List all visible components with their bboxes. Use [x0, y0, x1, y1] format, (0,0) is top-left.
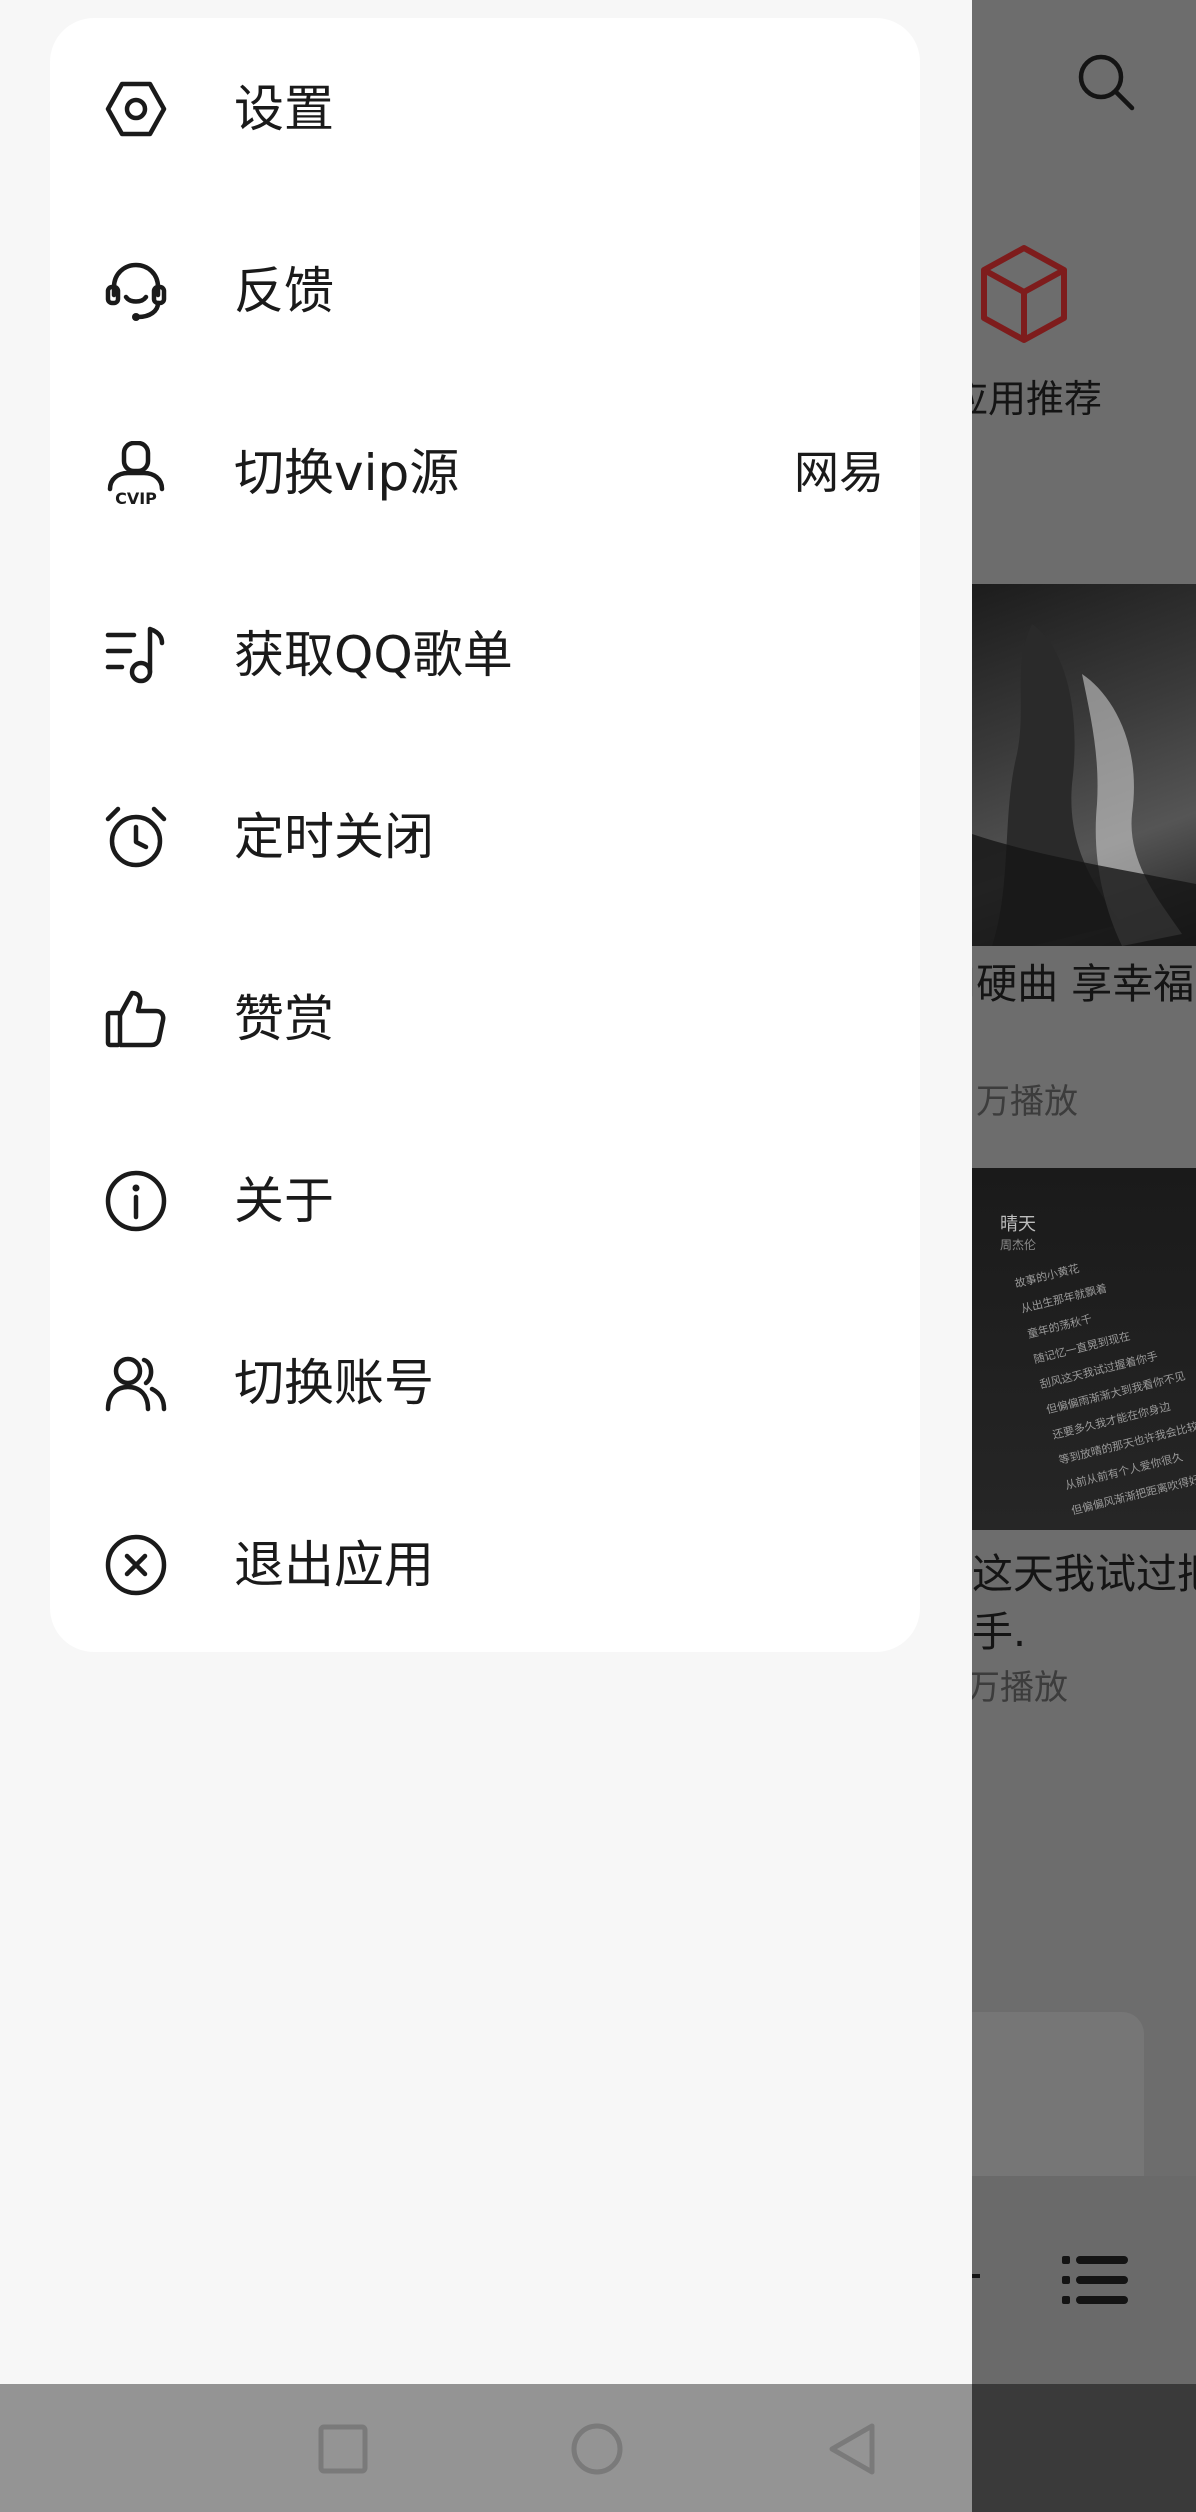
system-navbar [0, 2384, 972, 2512]
app-recommend-label[interactable]: 应用推荐 [950, 368, 1102, 423]
settings-icon [105, 81, 167, 137]
menu-item-switch-vip-source[interactable]: CVIP 切换vip源 网易 [50, 382, 920, 564]
menu-item-feedback[interactable]: 反馈 [50, 200, 920, 382]
home-icon[interactable] [562, 2414, 632, 2484]
menu-label: 关于 [234, 1172, 334, 1230]
playlist-plays: 万播放 [976, 1082, 1078, 1122]
music-list-icon [105, 626, 165, 684]
lyric-artist: 周杰伦 [1000, 1238, 1037, 1252]
mini-card[interactable] [972, 2012, 1144, 2176]
playlist-title[interactable]: J硬曲 享幸福 [964, 950, 1194, 1010]
headset-icon [105, 262, 167, 321]
menu-label: 退出应用 [234, 1536, 434, 1594]
menu-label: 设置 [234, 80, 334, 138]
playlist-icon[interactable] [1060, 2250, 1130, 2310]
menu-item-switch-account[interactable]: 切换账号 [50, 1292, 920, 1474]
menu-label: 切换账号 [234, 1354, 434, 1412]
playlist-title[interactable]: 这天我试过把 [972, 1540, 1196, 1600]
menu-item-sleep-timer[interactable]: 定时关闭 [50, 746, 920, 928]
app-recommend-icon[interactable] [976, 242, 1072, 346]
menu-item-donate[interactable]: 赞赏 [50, 928, 920, 1110]
playlist-cover[interactable] [972, 584, 1196, 946]
users-icon [105, 1356, 167, 1412]
vip-user-icon: CVIP [107, 441, 165, 505]
playlist-title-line2[interactable]: 手. [972, 1598, 1026, 1658]
side-drawer: 设置 反馈 CVIP 切换vip源 网易 获取QQ歌单 定时关闭 赞赏 关于 切… [0, 0, 972, 2384]
svg-text:CVIP: CVIP [115, 489, 157, 505]
lyric-song: 晴天 [1000, 1214, 1036, 1235]
menu-item-exit-app[interactable]: 退出应用 [50, 1474, 920, 1656]
recent-apps-icon[interactable] [308, 2414, 378, 2484]
menu-label: 赞赏 [234, 990, 334, 1048]
menu-label: 切换vip源 [234, 444, 460, 502]
menu-item-about[interactable]: 关于 [50, 1110, 920, 1292]
close-circle-icon [105, 1534, 167, 1596]
menu-item-get-qq-playlist[interactable]: 获取QQ歌单 [50, 564, 920, 746]
playlist-cover[interactable]: 晴天 周杰伦 故事的小黄花 从出生那年就飘着 童年的荡秋千 随记忆一直晃到现在 … [972, 1168, 1196, 1530]
search-icon[interactable] [1074, 50, 1138, 114]
playlist-plays: 万播放 [966, 1668, 1068, 1708]
thumbs-up-icon [105, 990, 166, 1048]
menu-label: 获取QQ歌单 [234, 626, 513, 684]
alarm-clock-icon [105, 806, 167, 868]
menu-card: 设置 反馈 CVIP 切换vip源 网易 获取QQ歌单 定时关闭 赞赏 关于 切… [50, 18, 920, 1652]
vip-source-value: 网易 [793, 446, 884, 499]
menu-item-settings[interactable]: 设置 [50, 18, 920, 200]
info-icon [105, 1170, 167, 1232]
menu-label: 定时关闭 [234, 808, 434, 866]
menu-label: 反馈 [234, 262, 334, 320]
back-icon[interactable] [818, 2414, 888, 2484]
